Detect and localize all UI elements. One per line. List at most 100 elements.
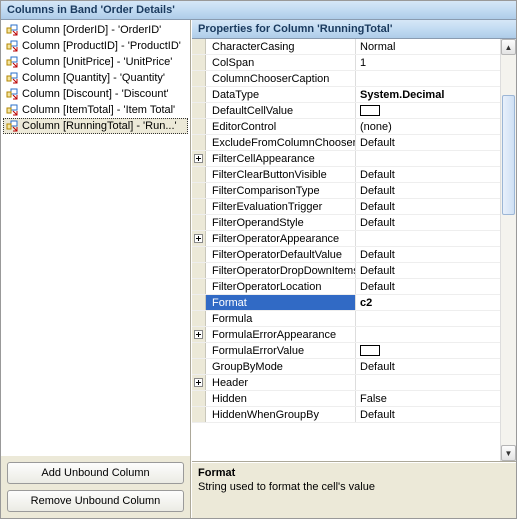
property-value[interactable]: Default: [356, 135, 500, 150]
scroll-thumb[interactable]: [502, 95, 515, 215]
expand-plus-icon[interactable]: [192, 375, 206, 390]
property-row[interactable]: FilterOperatorAppearance: [192, 231, 500, 247]
property-value[interactable]: [356, 231, 500, 246]
column-icon: [6, 120, 18, 132]
expand-gutter: [192, 135, 206, 150]
property-row[interactable]: FilterEvaluationTriggerDefault: [192, 199, 500, 215]
property-grid-scrollbar[interactable]: ▲ ▼: [500, 39, 516, 461]
property-value[interactable]: [356, 311, 500, 326]
remove-unbound-column-button[interactable]: Remove Unbound Column: [7, 490, 184, 512]
property-value[interactable]: [356, 103, 500, 118]
property-row[interactable]: FilterOperatorDropDownItemsDefault: [192, 263, 500, 279]
property-value[interactable]: False: [356, 391, 500, 406]
property-value[interactable]: System.Decimal: [356, 87, 500, 102]
property-row[interactable]: DataTypeSystem.Decimal: [192, 87, 500, 103]
property-row[interactable]: FilterCellAppearance: [192, 151, 500, 167]
property-row[interactable]: FormulaErrorAppearance: [192, 327, 500, 343]
property-name: Format: [206, 295, 356, 310]
property-value[interactable]: [356, 327, 500, 342]
scroll-up-button[interactable]: ▲: [501, 39, 516, 55]
property-row[interactable]: ExcludeFromColumnChooserDefault: [192, 135, 500, 151]
property-row[interactable]: ColSpan1: [192, 55, 500, 71]
property-name: FilterComparisonType: [206, 183, 356, 198]
property-row[interactable]: CharacterCasingNormal: [192, 39, 500, 55]
designer-root: Columns in Band 'Order Details' Column […: [0, 0, 517, 519]
property-value[interactable]: Default: [356, 279, 500, 294]
property-name: FilterOperandStyle: [206, 215, 356, 230]
property-name: FilterOperatorAppearance: [206, 231, 356, 246]
value-swatch-icon: [360, 105, 380, 116]
property-name: GroupByMode: [206, 359, 356, 374]
property-name: ColSpan: [206, 55, 356, 70]
property-value[interactable]: Default: [356, 199, 500, 214]
column-item-label: Column [RunningTotal] - 'Run...': [22, 120, 177, 132]
expand-plus-icon[interactable]: [192, 327, 206, 342]
column-item[interactable]: Column [ItemTotal] - 'Item Total': [3, 102, 188, 118]
property-value[interactable]: [356, 343, 500, 358]
column-item[interactable]: Column [UnitPrice] - 'UnitPrice': [3, 54, 188, 70]
add-unbound-column-button[interactable]: Add Unbound Column: [7, 462, 184, 484]
property-value[interactable]: (none): [356, 119, 500, 134]
property-name: FormulaErrorAppearance: [206, 327, 356, 342]
expand-plus-icon[interactable]: [192, 231, 206, 246]
property-value[interactable]: Default: [356, 183, 500, 198]
property-name: CharacterCasing: [206, 39, 356, 54]
column-item[interactable]: Column [OrderID] - 'OrderID': [3, 22, 188, 38]
column-item[interactable]: Column [RunningTotal] - 'Run...': [3, 118, 188, 134]
columns-tree[interactable]: Column [OrderID] - 'OrderID' Column [Prod…: [1, 20, 190, 456]
property-value[interactable]: Default: [356, 359, 500, 374]
expand-plus-icon[interactable]: [192, 151, 206, 166]
property-value[interactable]: c2: [356, 295, 500, 310]
expand-gutter: [192, 391, 206, 406]
expand-gutter: [192, 311, 206, 326]
property-row[interactable]: HiddenWhenGroupByDefault: [192, 407, 500, 423]
column-icon: [6, 40, 18, 52]
property-row[interactable]: GroupByModeDefault: [192, 359, 500, 375]
property-name: DefaultCellValue: [206, 103, 356, 118]
column-item[interactable]: Column [ProductID] - 'ProductID': [3, 38, 188, 54]
property-row[interactable]: Header: [192, 375, 500, 391]
column-item-label: Column [ItemTotal] - 'Item Total': [22, 104, 175, 116]
property-value[interactable]: Default: [356, 247, 500, 262]
property-row[interactable]: FilterOperatorLocationDefault: [192, 279, 500, 295]
body: Column [OrderID] - 'OrderID' Column [Prod…: [1, 20, 516, 518]
description-text: String used to format the cell's value: [198, 481, 510, 493]
columns-title-bar: Columns in Band 'Order Details': [1, 1, 516, 20]
column-item[interactable]: Column [Quantity] - 'Quantity': [3, 70, 188, 86]
left-buttons: Add Unbound Column Remove Unbound Column: [1, 456, 190, 518]
property-row[interactable]: FilterOperatorDefaultValueDefault: [192, 247, 500, 263]
property-value[interactable]: Default: [356, 167, 500, 182]
property-name: Formula: [206, 311, 356, 326]
property-value[interactable]: [356, 375, 500, 390]
property-row[interactable]: EditorControl(none): [192, 119, 500, 135]
scroll-track[interactable]: [501, 55, 516, 445]
property-name: ExcludeFromColumnChooser: [206, 135, 356, 150]
property-value[interactable]: Default: [356, 263, 500, 278]
property-row[interactable]: FormulaErrorValue: [192, 343, 500, 359]
property-row[interactable]: Formula: [192, 311, 500, 327]
property-row[interactable]: ColumnChooserCaption: [192, 71, 500, 87]
column-item-label: Column [ProductID] - 'ProductID': [22, 40, 181, 52]
property-row[interactable]: FilterClearButtonVisibleDefault: [192, 167, 500, 183]
column-icon: [6, 56, 18, 68]
column-icon: [6, 104, 18, 116]
property-row[interactable]: HiddenFalse: [192, 391, 500, 407]
property-name: DataType: [206, 87, 356, 102]
property-row[interactable]: DefaultCellValue: [192, 103, 500, 119]
property-value[interactable]: 1: [356, 55, 500, 70]
property-name: EditorControl: [206, 119, 356, 134]
property-value[interactable]: [356, 71, 500, 86]
property-row[interactable]: Formatc2: [192, 295, 500, 311]
property-row[interactable]: FilterComparisonTypeDefault: [192, 183, 500, 199]
expand-gutter: [192, 215, 206, 230]
property-value[interactable]: Normal: [356, 39, 500, 54]
property-value[interactable]: Default: [356, 407, 500, 422]
property-grid[interactable]: CharacterCasingNormalColSpan1ColumnChoos…: [192, 39, 516, 462]
property-value[interactable]: Default: [356, 215, 500, 230]
property-row[interactable]: FilterOperandStyleDefault: [192, 215, 500, 231]
property-name: FilterOperatorDefaultValue: [206, 247, 356, 262]
column-item[interactable]: Column [Discount] - 'Discount': [3, 86, 188, 102]
property-value[interactable]: [356, 151, 500, 166]
property-name: FilterCellAppearance: [206, 151, 356, 166]
scroll-down-button[interactable]: ▼: [501, 445, 516, 461]
